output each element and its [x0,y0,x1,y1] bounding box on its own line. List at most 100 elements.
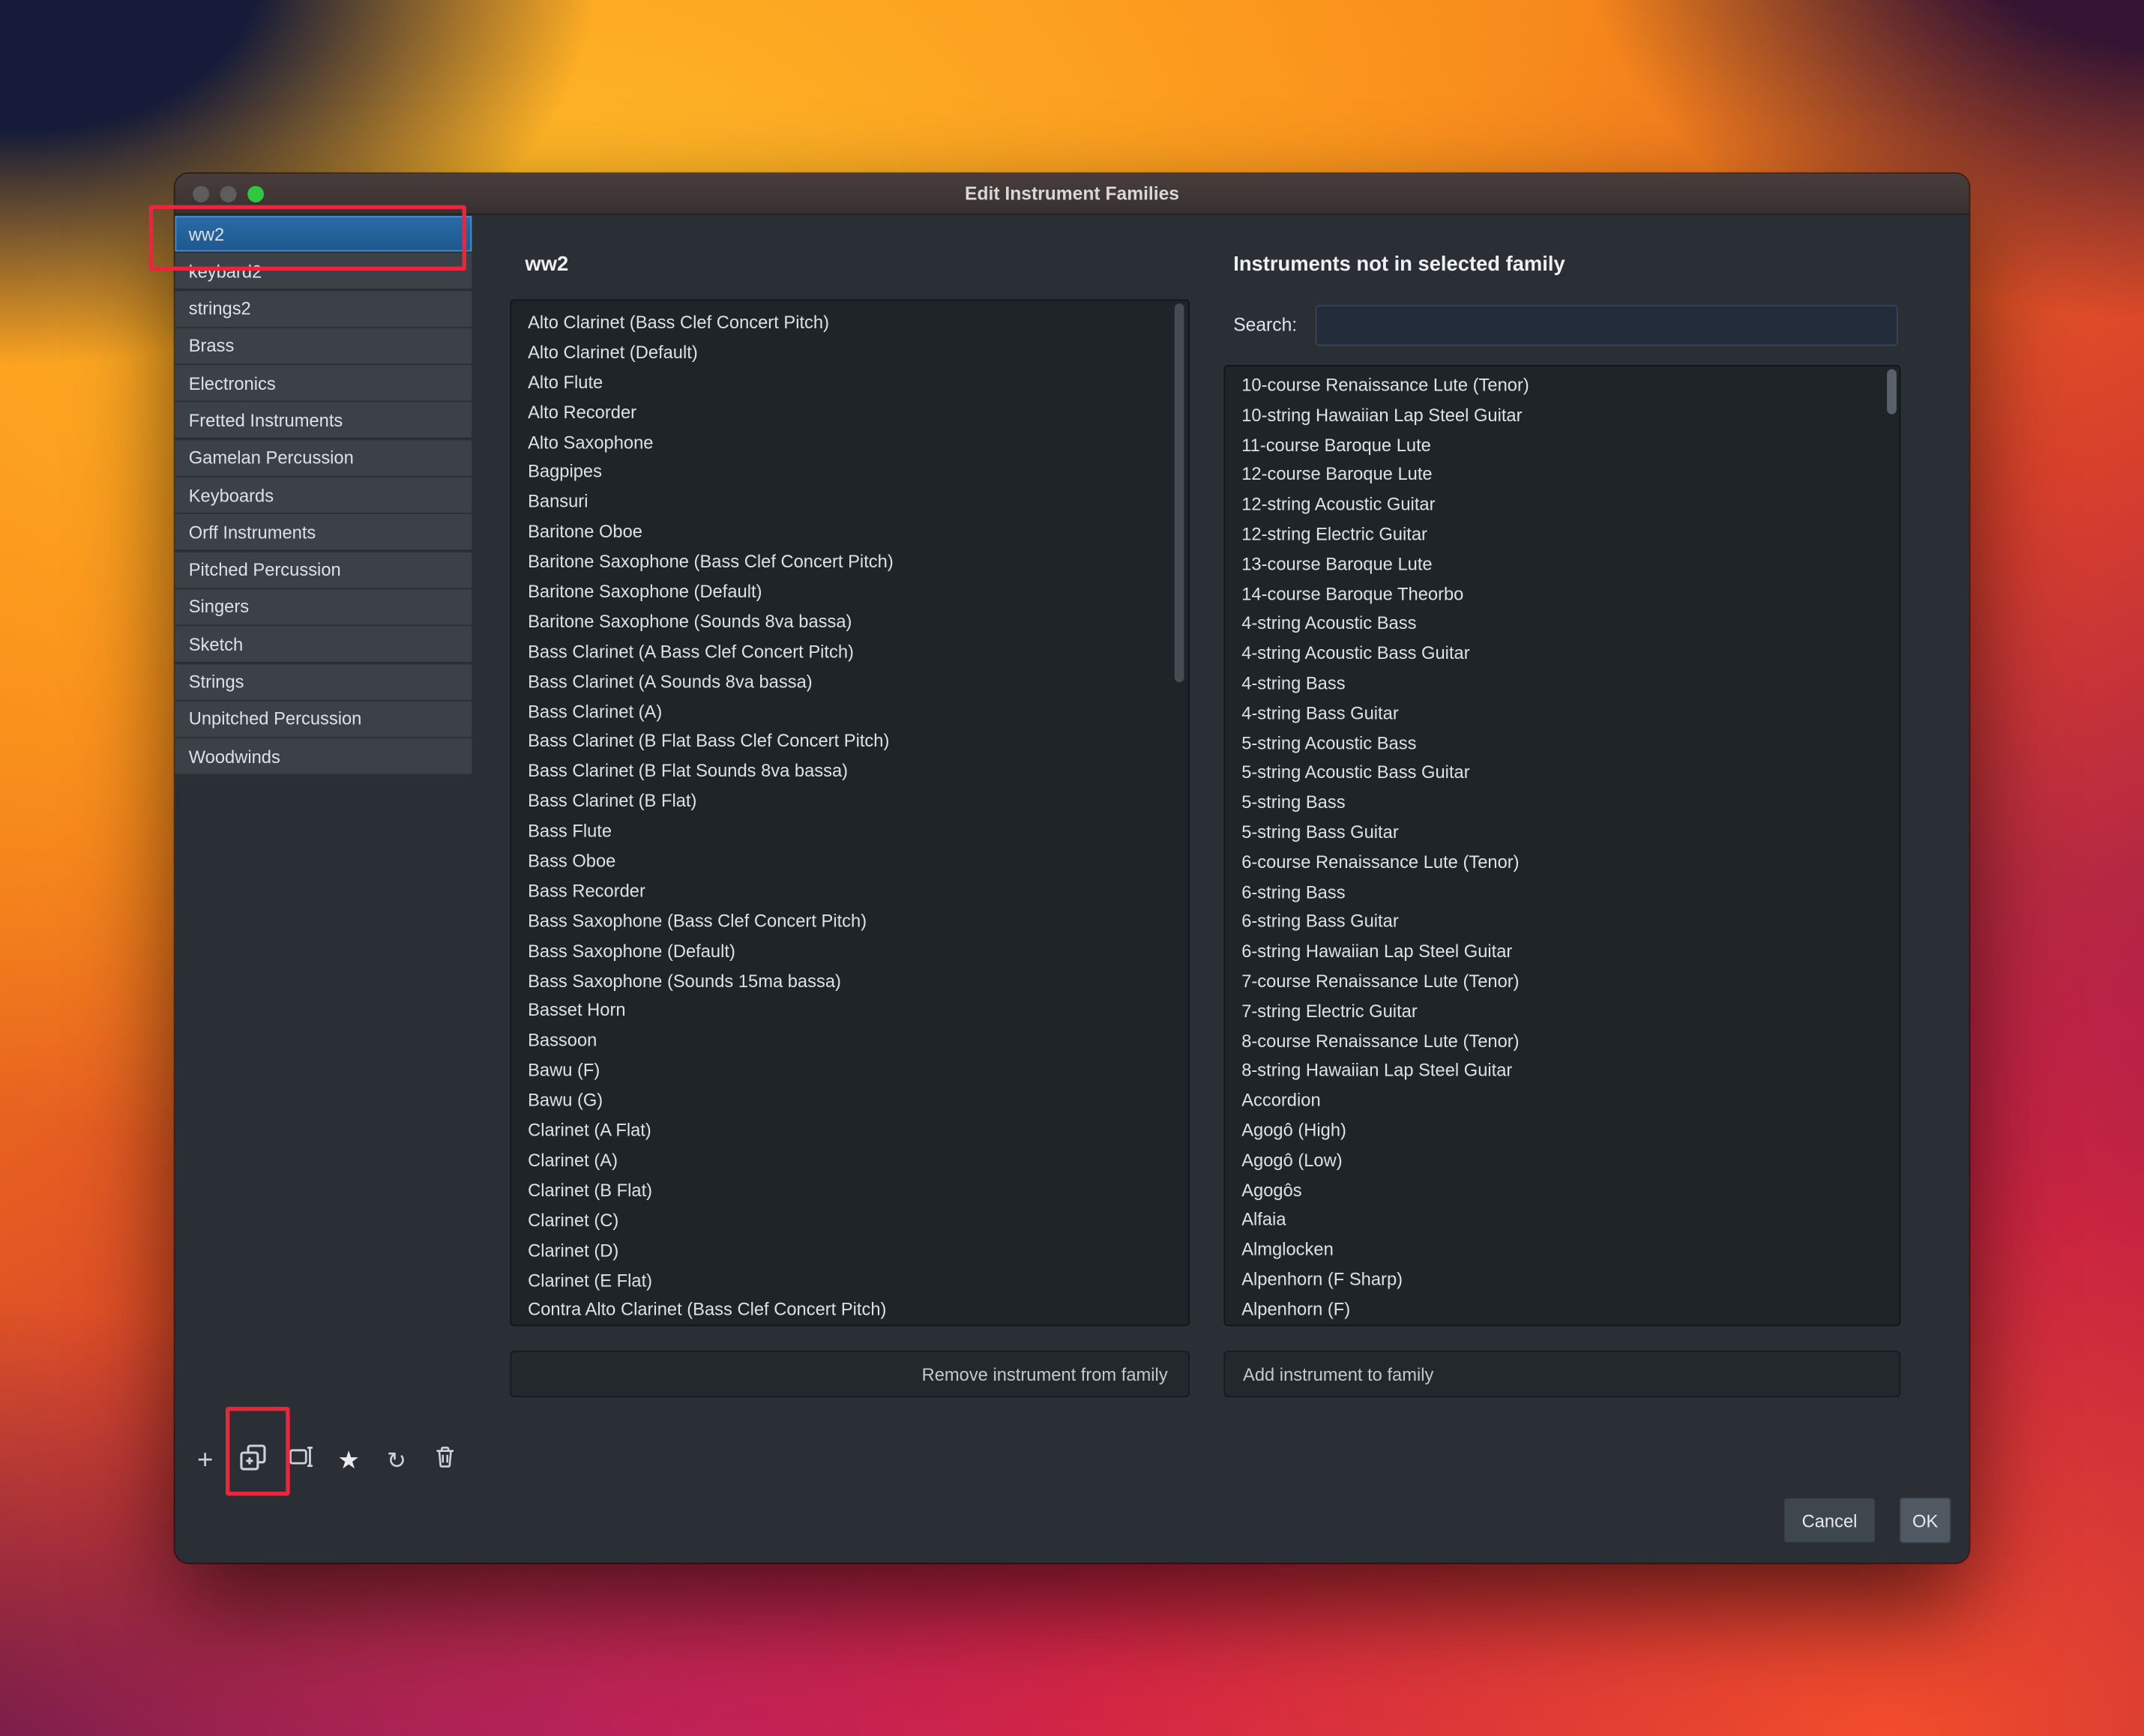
family-instrument-item[interactable]: Bawu (G) [511,1086,1188,1116]
available-instrument-item[interactable]: 5-string Bass [1225,788,1899,818]
available-instrument-item[interactable]: 12-string Electric Guitar [1225,519,1899,549]
family-instrument-item[interactable]: Clarinet (B Flat) [511,1175,1188,1205]
family-instrument-item[interactable]: Bass Recorder [511,876,1188,906]
family-instrument-item[interactable]: Contra Alto Clarinet (Bass Clef Concert … [511,1295,1188,1324]
available-instrument-item[interactable]: 8-course Renaissance Lute (Tenor) [1225,1026,1899,1056]
available-instrument-item[interactable]: 13-course Baroque Lute [1225,549,1899,579]
available-instrument-item[interactable]: 11-course Baroque Lute [1225,430,1899,460]
available-instrument-item[interactable]: 12-string Acoustic Guitar [1225,489,1899,519]
family-instrument-item[interactable]: Bass Saxophone (Bass Clef Concert Pitch) [511,906,1188,936]
add-instrument-button[interactable]: Add instrument to family [1223,1351,1901,1398]
family-instrument-item[interactable]: Clarinet (A) [511,1145,1188,1175]
family-list-scrollbar[interactable] [1174,303,1184,683]
family-instrument-item[interactable]: Bass Clarinet (B Flat Sounds 8va bassa) [511,756,1188,786]
family-instrument-item[interactable]: Baritone Oboe [511,517,1188,547]
duplicate-family-button[interactable] [237,1444,270,1477]
family-instrument-item[interactable]: Baritone Saxophone (Default) [511,577,1188,607]
traffic-lights [193,174,265,214]
available-instrument-item[interactable]: 5-string Acoustic Bass [1225,728,1899,758]
available-instrument-item[interactable]: Agogô (Low) [1225,1145,1899,1175]
family-instrument-item[interactable]: Bassoon [511,1026,1188,1056]
available-instrument-item[interactable]: 8-string Hawaiian Lap Steel Guitar [1225,1056,1899,1086]
family-instrument-item[interactable]: Bass Clarinet (B Flat Bass Clef Concert … [511,726,1188,756]
zoom-button[interactable] [247,185,265,202]
available-instrument-item[interactable]: 6-string Bass [1225,877,1899,907]
available-instrument-item[interactable]: 4-string Acoustic Bass Guitar [1225,639,1899,669]
family-list-item[interactable]: Brass [175,328,472,364]
available-instrument-item[interactable]: 10-string Hawaiian Lap Steel Guitar [1225,400,1899,430]
family-list-item[interactable]: Strings [175,663,472,700]
family-instrument-item[interactable]: Alto Flute [511,367,1188,397]
available-instrument-item[interactable]: 4-string Bass Guitar [1225,699,1899,729]
family-instrument-item[interactable]: Bass Oboe [511,846,1188,876]
available-instrument-item[interactable]: 10-course Renaissance Lute (Tenor) [1225,370,1899,400]
available-instrument-item[interactable]: 7-string Electric Guitar [1225,996,1899,1026]
delete-family-button[interactable] [428,1444,461,1477]
family-list-item[interactable]: Singers [175,589,472,625]
family-instrument-item[interactable]: Clarinet (D) [511,1235,1188,1265]
family-instrument-item[interactable]: Clarinet (A Flat) [511,1115,1188,1145]
reset-family-button[interactable]: ↻ [380,1444,413,1477]
available-list-scrollbar[interactable] [1887,369,1897,415]
available-instrument-item[interactable]: Agogôs [1225,1175,1899,1205]
family-list-item[interactable]: keybard2 [175,253,472,289]
available-instrument-item[interactable]: 4-string Acoustic Bass [1225,609,1899,639]
family-list-item[interactable]: strings2 [175,290,472,327]
minimize-button[interactable] [220,185,237,202]
family-instrument-item[interactable]: Baritone Saxophone (Bass Clef Concert Pi… [511,547,1188,577]
available-instrument-item[interactable]: Alfaia [1225,1205,1899,1235]
ok-button[interactable]: OK [1899,1497,1951,1544]
available-instrument-item[interactable]: 7-course Renaissance Lute (Tenor) [1225,966,1899,996]
family-instrument-item[interactable]: Bass Clarinet (A) [511,696,1188,726]
family-instrument-item[interactable]: Bass Saxophone (Sounds 15ma bassa) [511,966,1188,996]
available-instrument-item[interactable]: 5-string Bass Guitar [1225,818,1899,848]
family-list-item[interactable]: Pitched Percussion [175,552,472,588]
duplicate-icon [239,1443,266,1477]
family-instrument-item[interactable]: Bawu (F) [511,1056,1188,1086]
available-instrument-item[interactable]: 4-string Bass [1225,669,1899,699]
family-instrument-item[interactable]: Bass Saxophone (Default) [511,936,1188,966]
add-family-button[interactable]: + [189,1444,222,1477]
family-list-item[interactable]: Unpitched Percussion [175,701,472,737]
family-list-item[interactable]: ww2 [175,216,472,252]
family-instrument-item[interactable]: Bansuri [511,487,1188,517]
available-instrument-item[interactable]: Accordion [1225,1085,1899,1115]
available-instrument-item[interactable]: 6-course Renaissance Lute (Tenor) [1225,847,1899,877]
family-list-item[interactable]: Orff Instruments [175,514,472,550]
search-input[interactable] [1315,304,1898,346]
family-instrument-item[interactable]: Clarinet (C) [511,1205,1188,1235]
family-instrument-item[interactable]: Baritone Saxophone (Sounds 8va bassa) [511,607,1188,637]
family-list-item[interactable]: Woodwinds [175,738,472,774]
remove-instrument-button[interactable]: Remove instrument from family [510,1351,1190,1398]
available-instrument-item[interactable]: Almglocken [1225,1235,1899,1265]
family-instrument-item[interactable]: Bass Clarinet (A Sounds 8va bassa) [511,667,1188,697]
family-list-item[interactable]: Gamelan Percussion [175,439,472,476]
family-list-item[interactable]: Fretted Instruments [175,403,472,438]
family-instrument-item[interactable]: Bass Clarinet (A Bass Clef Concert Pitch… [511,637,1188,667]
available-instrument-item[interactable]: 14-course Baroque Theorbo [1225,579,1899,609]
available-instrument-item[interactable]: Alpenhorn (F) [1225,1295,1899,1324]
available-instrument-item[interactable]: 6-string Hawaiian Lap Steel Guitar [1225,937,1899,967]
family-list-item[interactable]: Electronics [175,365,472,401]
family-instrument-item[interactable]: Alto Clarinet (Bass Clef Concert Pitch) [511,307,1188,337]
family-instrument-item[interactable]: Clarinet (E Flat) [511,1265,1188,1295]
close-button[interactable] [193,185,210,202]
family-instrument-item[interactable]: Alto Recorder [511,397,1188,427]
available-instrument-item[interactable]: 12-course Baroque Lute [1225,460,1899,490]
available-instrument-item[interactable]: 6-string Bass Guitar [1225,907,1899,937]
family-instrument-item[interactable]: Basset Horn [511,996,1188,1026]
family-instrument-item[interactable]: Bagpipes [511,457,1188,487]
rename-family-button[interactable] [284,1444,317,1477]
family-instrument-item[interactable]: Alto Saxophone [511,427,1188,457]
family-list-item[interactable]: Keyboards [175,477,472,513]
cancel-button[interactable]: Cancel [1783,1497,1876,1544]
family-instrument-item[interactable]: Bass Flute [511,816,1188,846]
family-instrument-item[interactable]: Alto Clarinet (Default) [511,337,1188,367]
titlebar[interactable]: Edit Instrument Families [175,173,1969,215]
available-instrument-item[interactable]: Alpenhorn (F Sharp) [1225,1265,1899,1295]
favorite-family-button[interactable]: ★ [332,1444,365,1477]
available-instrument-item[interactable]: Agogô (High) [1225,1115,1899,1145]
family-list-item[interactable]: Sketch [175,626,472,663]
available-instrument-item[interactable]: 5-string Acoustic Bass Guitar [1225,758,1899,788]
family-instrument-item[interactable]: Bass Clarinet (B Flat) [511,786,1188,816]
